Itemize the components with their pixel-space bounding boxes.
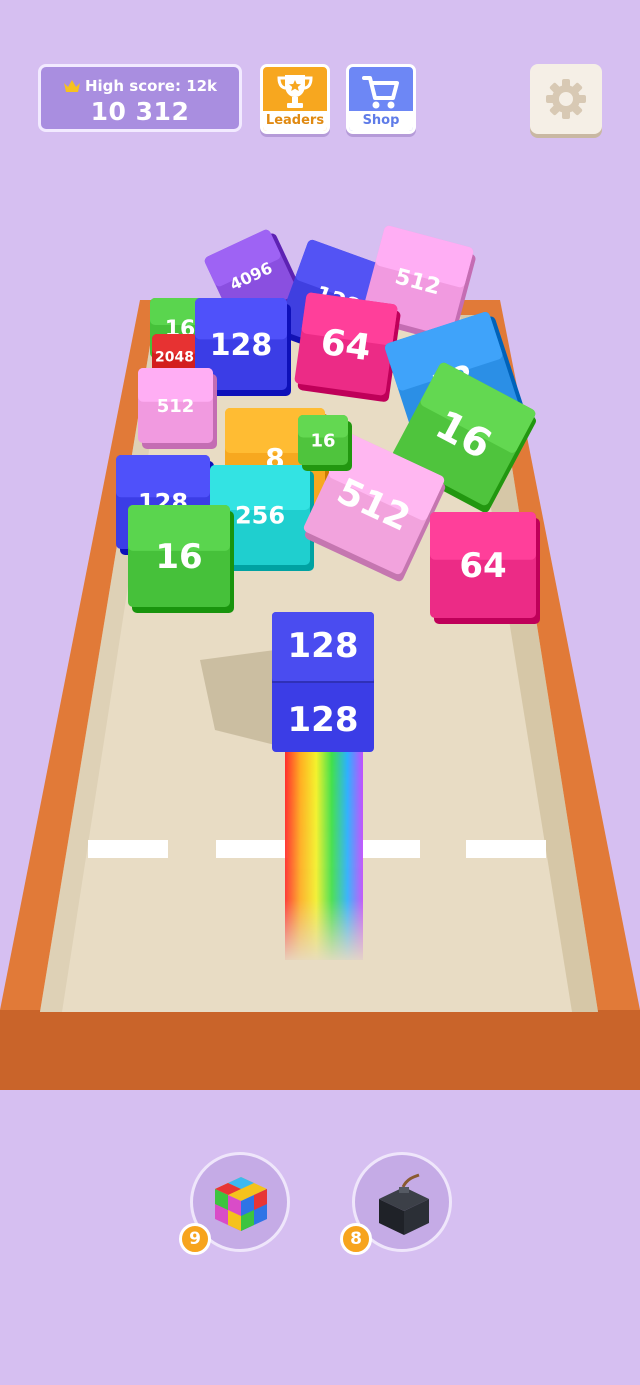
game-board[interactable]: 4096128512162048128643251216812825616512… [0, 0, 640, 1385]
pile-cube-value: 2048 [155, 350, 194, 366]
rainbow-trail [285, 750, 363, 960]
bomb-count-badge: 8 [340, 1223, 372, 1255]
rainbow-cube-count-badge: 9 [179, 1223, 211, 1255]
pile-cube-value: 64 [318, 322, 373, 370]
pile-cube-value: 256 [235, 502, 285, 530]
player-cube-value-top: 128 [288, 626, 359, 666]
pile-cube-value: 16 [310, 430, 335, 451]
pile-cube-value: 512 [157, 396, 195, 417]
pile-cube: 64 [430, 512, 540, 624]
player-cube[interactable]: 128 128 [272, 612, 374, 752]
pile-cube-value: 16 [155, 537, 202, 577]
bomb-icon [379, 1173, 429, 1235]
rainbow-cube-icon [215, 1177, 267, 1231]
pile-cube-value: 64 [459, 546, 506, 586]
pile-cube-value: 128 [210, 328, 273, 363]
pile-cube: 16 [128, 505, 234, 613]
pile-cube: 16 [298, 415, 352, 471]
pile-cube: 512 [138, 368, 217, 449]
player-cube-value-front: 128 [288, 700, 359, 740]
